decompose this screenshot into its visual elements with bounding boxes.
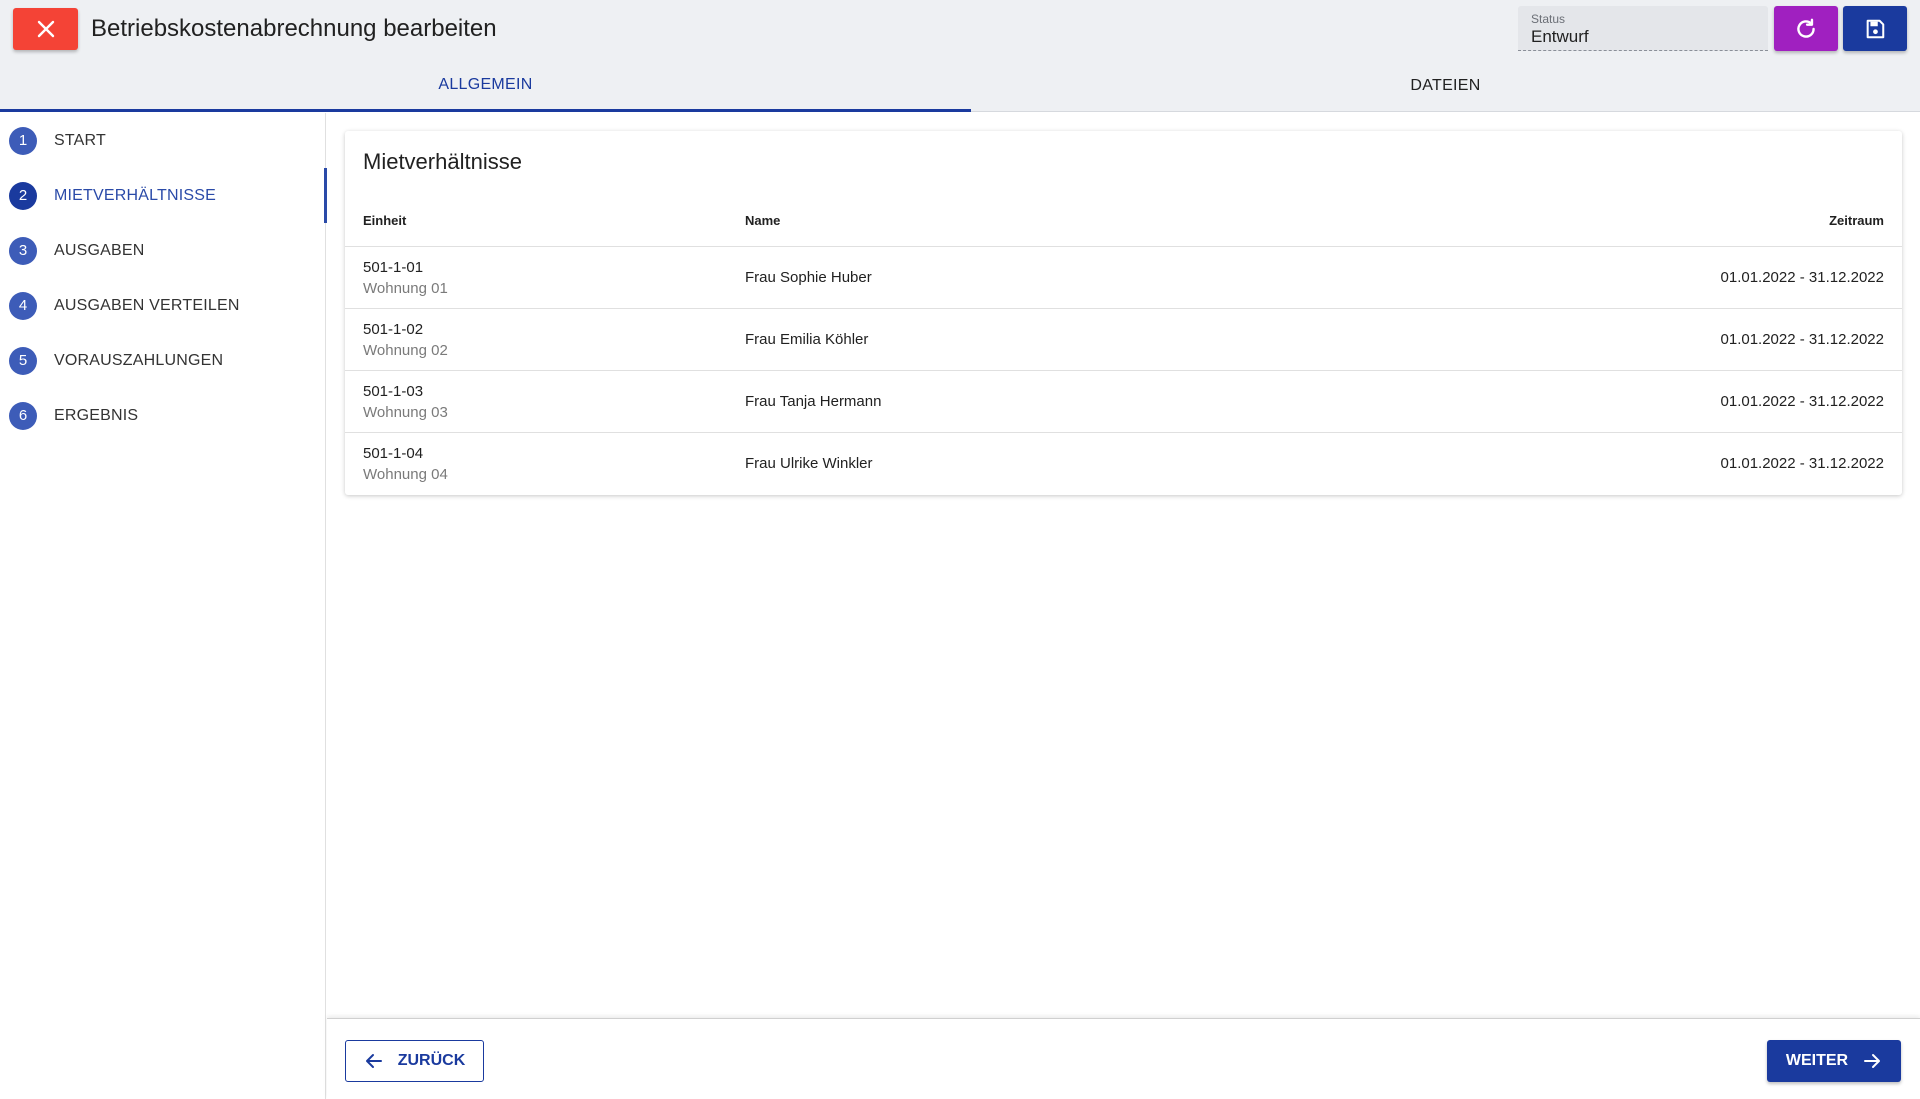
footer-bar: ZURÜCK WEITER [327,1018,1920,1099]
tenant-name: Frau Sophie Huber [745,269,872,286]
status-label: Status [1531,12,1566,26]
tab-dateien[interactable]: DATEIEN [971,60,1920,112]
unit-name: Wohnung 01 [363,280,448,297]
step-mietverhaeltnisse[interactable]: 2 MIETVERHÄLTNISSE [0,168,327,223]
column-header-name[interactable]: Name [745,213,780,228]
step-number: 5 [9,346,37,375]
unit-cell: 501-1-01 Wohnung 01 [363,258,448,300]
step-number: 6 [9,401,37,430]
table-row[interactable]: 501-1-04 Wohnung 04 Frau Ulrike Winkler … [345,432,1902,494]
close-button[interactable] [13,8,78,50]
tab-allgemein[interactable]: ALLGEMEIN [0,60,971,112]
step-ergebnis[interactable]: 6 ERGEBNIS [0,388,326,443]
unit-name: Wohnung 03 [363,404,448,421]
unit-id: 501-1-02 [363,321,424,338]
step-label: ERGEBNIS [54,406,139,424]
back-label: ZURÜCK [397,1052,466,1069]
period: 01.01.2022 - 31.12.2022 [1720,393,1884,410]
period: 01.01.2022 - 31.12.2022 [1720,269,1884,286]
unit-cell: 501-1-03 Wohnung 03 [363,382,448,424]
unit-id: 501-1-03 [363,383,424,400]
period: 01.01.2022 - 31.12.2022 [1720,331,1884,348]
back-button[interactable]: ZURÜCK [345,1040,484,1082]
step-ausgaben[interactable]: 3 AUSGABEN [0,223,326,278]
status-field[interactable]: Status Entwurf [1518,6,1768,51]
unit-cell: 501-1-04 Wohnung 04 [363,444,448,486]
step-number: 4 [9,291,37,320]
next-button[interactable]: WEITER [1767,1040,1901,1082]
column-header-einheit[interactable]: Einheit [363,213,406,228]
next-label: WEITER [1785,1052,1849,1069]
unit-name: Wohnung 04 [363,466,448,483]
step-start[interactable]: 1 START [0,113,326,168]
tenant-name: Frau Emilia Köhler [745,331,869,348]
step-ausgaben-verteilen[interactable]: 4 AUSGABEN VERTEILEN [0,278,326,333]
table-row[interactable]: 501-1-02 Wohnung 02 Frau Emilia Köhler 0… [345,308,1902,370]
step-label: AUSGABEN VERTEILEN [54,296,240,314]
unit-cell: 501-1-02 Wohnung 02 [363,320,448,362]
arrow-left-icon [365,1054,382,1068]
tenant-name: Frau Tanja Hermann [745,393,882,410]
unit-id: 501-1-01 [363,259,424,276]
save-icon [1866,19,1885,38]
close-icon [37,20,54,38]
status-value: Entwurf [1531,27,1589,46]
column-header-zeitraum[interactable]: Zeitraum [1829,213,1884,228]
step-number: 3 [9,236,37,265]
page-title: Betriebskostenabrechnung bearbeiten [91,15,497,42]
step-number: 1 [9,126,37,155]
step-sidebar: 1 START 2 MIETVERHÄLTNISSE 3 AUSGABEN 4 … [0,113,327,1099]
top-bar: Betriebskostenabrechnung bearbeiten Stat… [0,0,1920,112]
step-label: AUSGABEN [54,241,145,259]
tenancies-card: Mietverhältnisse Einheit Name Zeitraum 5… [345,131,1902,495]
step-label: VORAUSZAHLUNGEN [54,351,224,369]
tenant-name: Frau Ulrike Winkler [745,455,873,472]
table-row[interactable]: 501-1-03 Wohnung 03 Frau Tanja Hermann 0… [345,370,1902,432]
unit-name: Wohnung 02 [363,342,448,359]
step-number: 2 [9,181,37,210]
table-row[interactable]: 501-1-01 Wohnung 01 Frau Sophie Huber 01… [345,246,1902,308]
refresh-button[interactable] [1774,6,1838,51]
period: 01.01.2022 - 31.12.2022 [1720,455,1884,472]
save-button[interactable] [1843,6,1907,51]
step-label: MIETVERHÄLTNISSE [54,186,217,204]
card-title: Mietverhältnisse [363,149,522,174]
unit-id: 501-1-04 [363,445,424,462]
refresh-icon [1797,18,1815,38]
arrow-right-icon [1864,1054,1881,1068]
step-vorauszahlungen[interactable]: 5 VORAUSZAHLUNGEN [0,333,326,388]
step-label: START [54,131,106,149]
